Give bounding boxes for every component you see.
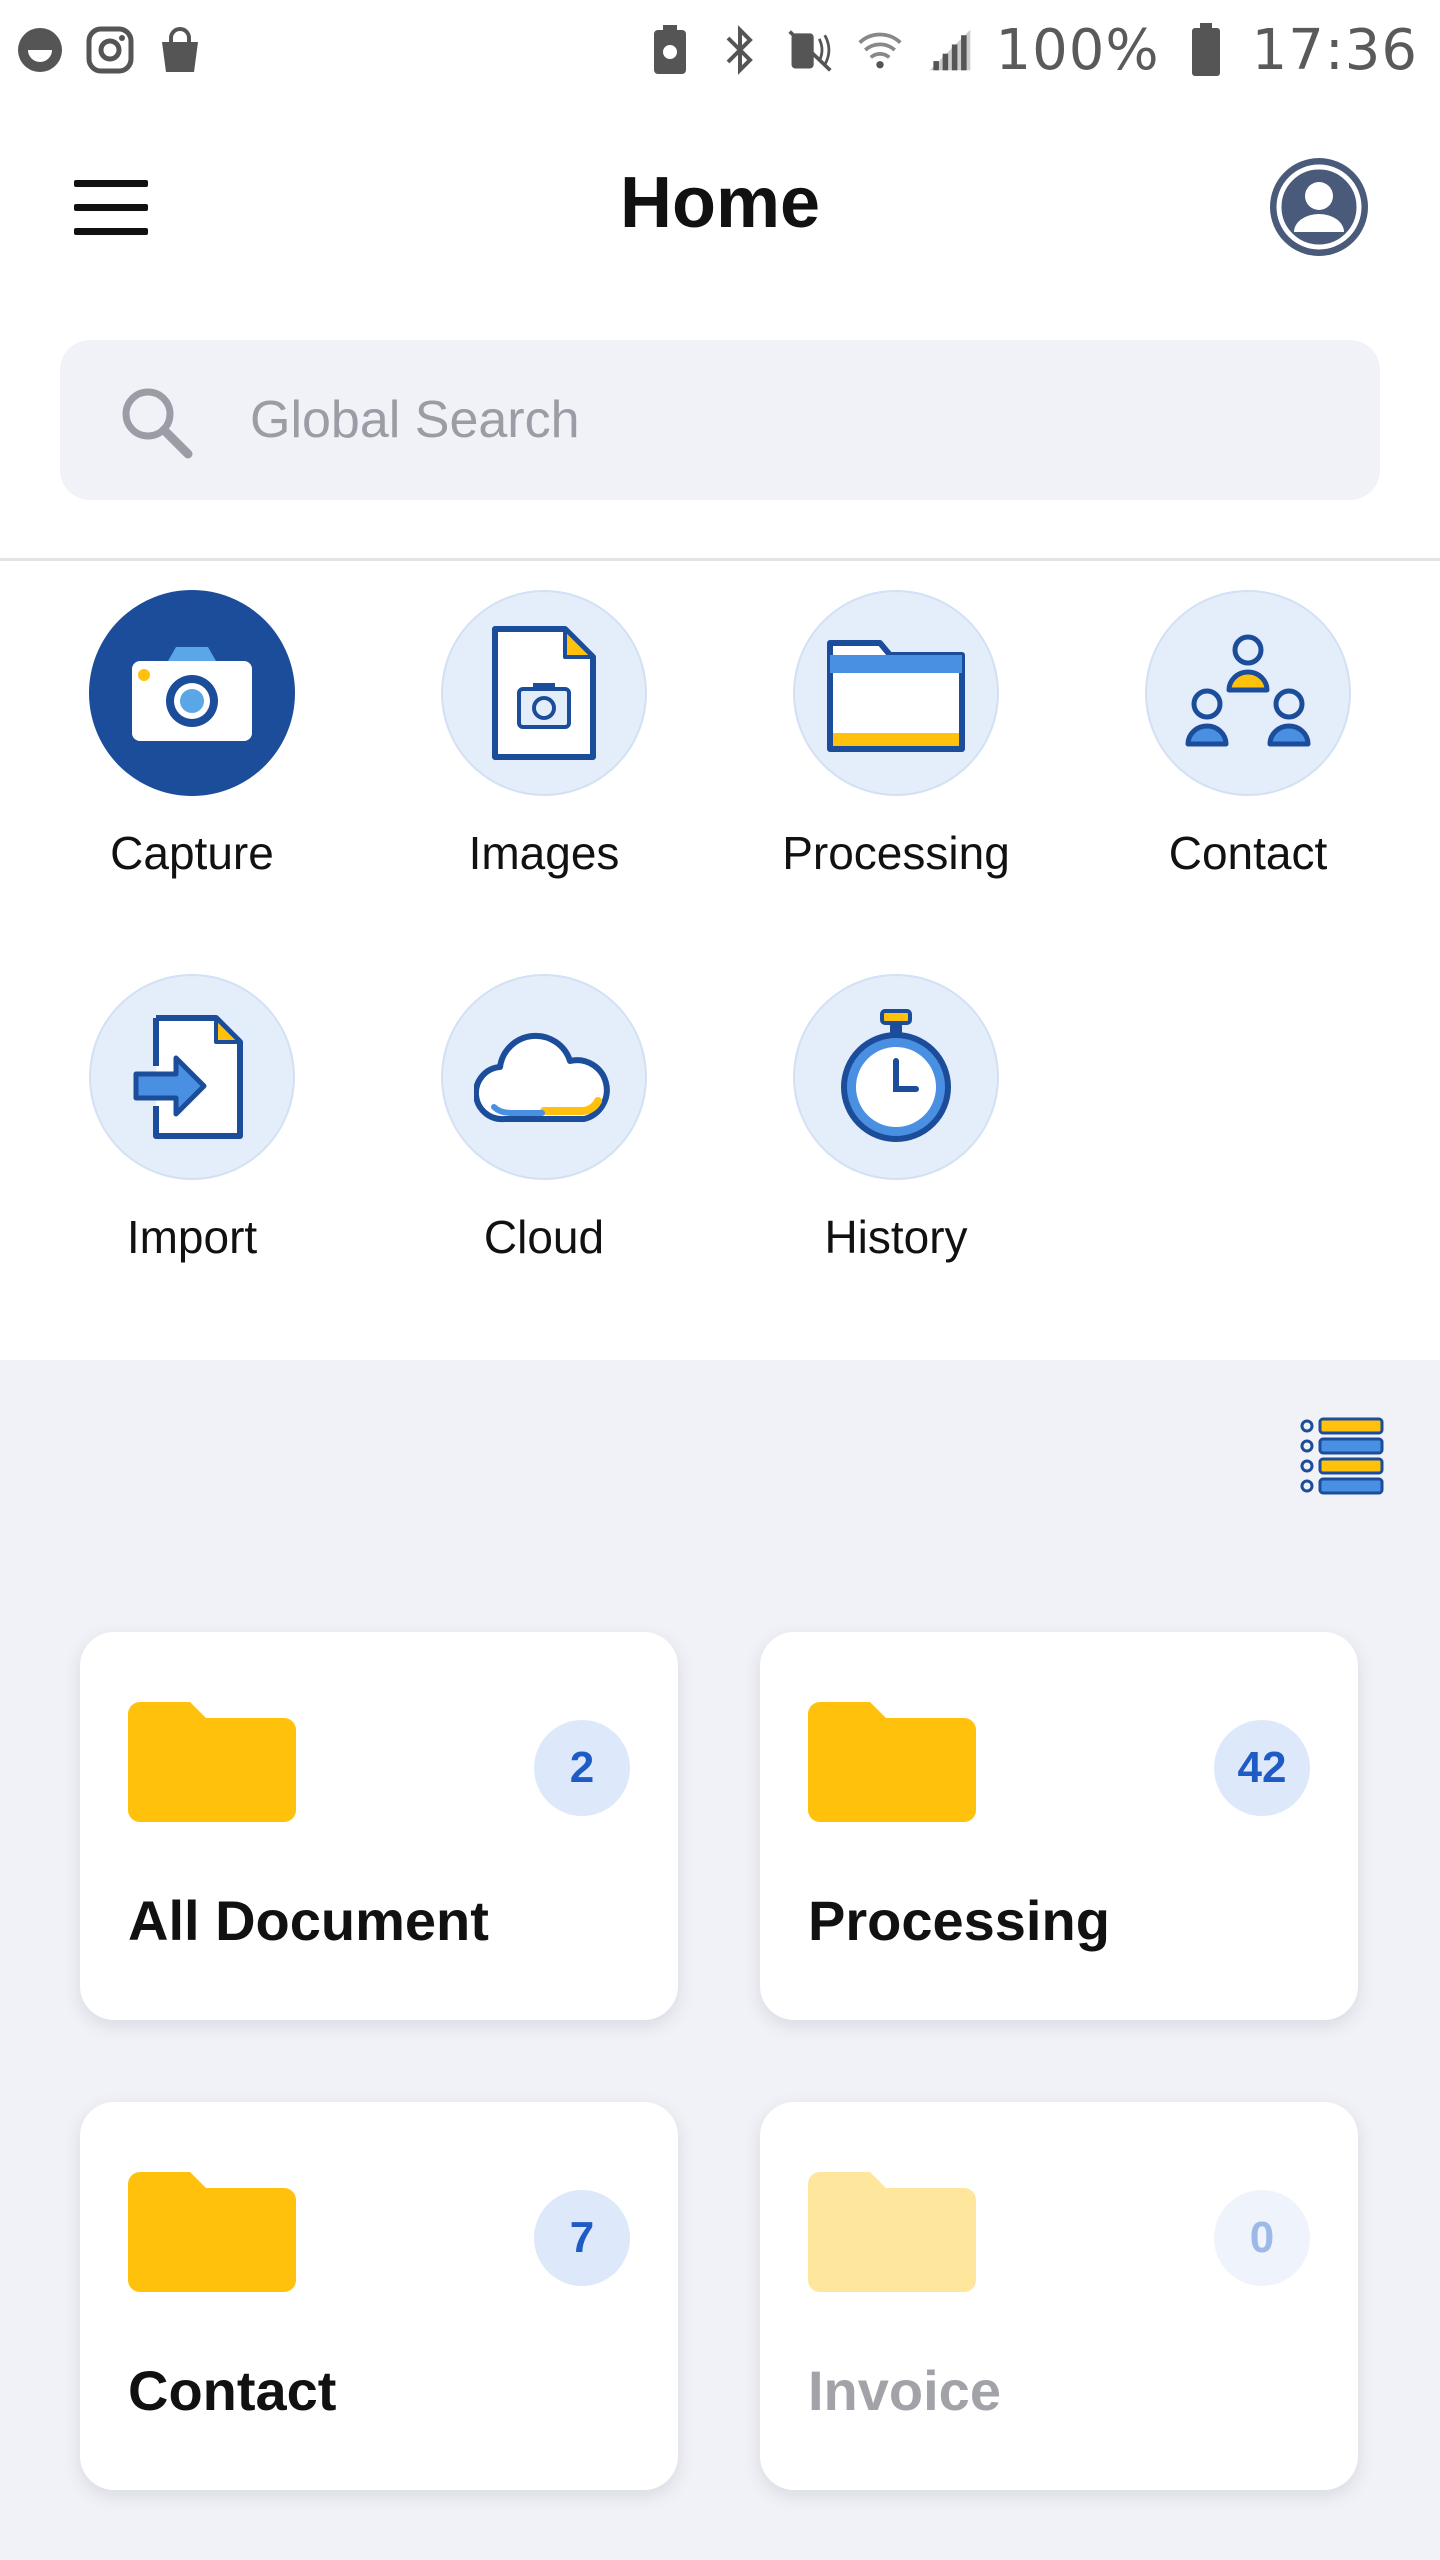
list-view-toggle[interactable] <box>1300 1416 1386 1496</box>
folder-card-contact[interactable]: 7 Contact <box>80 2102 678 2490</box>
shopping-bag-icon <box>156 26 204 74</box>
profile-avatar-button[interactable] <box>1270 158 1368 256</box>
import-button-circle <box>89 974 295 1180</box>
quick-action-label: Processing <box>782 827 1010 879</box>
folder-icon <box>128 1702 296 1822</box>
smiley-app-icon <box>16 26 64 74</box>
list-view-icon <box>1300 1417 1384 1495</box>
folder-card-all-document[interactable]: 2 All Document <box>80 1632 678 2020</box>
quick-action-cloud[interactable]: Cloud <box>368 974 720 1264</box>
wifi-icon <box>856 26 904 74</box>
contact-button-circle <box>1145 590 1351 796</box>
quick-action-label: Import <box>126 1211 258 1263</box>
cloud-icon <box>474 1032 610 1123</box>
user-icon <box>1276 164 1362 250</box>
section-divider <box>0 558 1440 561</box>
images-button-circle <box>441 590 647 796</box>
quick-action-history[interactable]: History <box>720 974 1072 1264</box>
import-file-icon <box>133 1015 243 1139</box>
folder-title: All Document <box>128 1889 489 1952</box>
status-bar: 100% 17:36 <box>0 0 1440 100</box>
cloud-button-circle <box>441 974 647 1180</box>
instagram-icon <box>86 26 134 74</box>
folder-title: Contact <box>128 2359 337 2422</box>
mute-icon <box>786 26 834 74</box>
quick-action-label: Images <box>468 827 620 879</box>
quick-action-import[interactable]: Import <box>16 974 368 1264</box>
quick-action-label: History <box>824 1211 968 1263</box>
signal-icon <box>926 26 974 74</box>
folder-title: Invoice <box>808 2359 1001 2422</box>
folder-card-processing[interactable]: 42 Processing <box>760 1632 1358 2020</box>
folder-icon <box>128 2172 296 2292</box>
search-input[interactable] <box>250 380 1330 460</box>
image-file-icon <box>492 626 596 760</box>
search-icon <box>116 382 196 462</box>
quick-action-label: Cloud <box>483 1211 605 1263</box>
folder-title: Processing <box>808 1889 1110 1952</box>
count-badge: 42 <box>1214 1720 1310 1816</box>
camera-icon <box>132 647 252 741</box>
folder-card-invoice[interactable]: 0 Invoice <box>760 2102 1358 2490</box>
folders-section: 2 All Document 42 Processing 7 Contact 0… <box>0 1360 1440 2560</box>
quick-action-contact[interactable]: Contact <box>1072 590 1424 880</box>
app-header: Home <box>0 100 1440 315</box>
bluetooth-icon <box>716 25 764 75</box>
status-bar-notifications <box>16 26 204 74</box>
history-button-circle <box>793 974 999 1180</box>
clock: 17:36 <box>1251 17 1418 83</box>
folder-icon <box>808 1702 976 1822</box>
folder-icon <box>827 640 965 752</box>
quick-action-capture[interactable]: Capture <box>16 590 368 880</box>
processing-button-circle <box>793 590 999 796</box>
quick-action-images[interactable]: Images <box>368 590 720 880</box>
page-title: Home <box>619 163 821 243</box>
count-badge: 7 <box>534 2190 630 2286</box>
battery-icon <box>1182 23 1230 76</box>
quick-action-label: Capture <box>110 827 274 879</box>
people-group-icon <box>1185 634 1311 747</box>
global-search-bar[interactable] <box>60 340 1380 500</box>
status-bar-system: 100% 17:36 <box>646 18 1419 83</box>
folder-icon <box>808 2172 976 2292</box>
count-badge: 0 <box>1214 2190 1310 2286</box>
count-badge: 2 <box>534 1720 630 1816</box>
capture-button-circle <box>89 590 295 796</box>
stopwatch-icon <box>841 1009 951 1142</box>
battery-percentage: 100% <box>995 17 1160 83</box>
quick-action-label: Contact <box>1168 827 1328 879</box>
quick-action-processing[interactable]: Processing <box>720 590 1072 880</box>
battery-saver-icon <box>646 25 694 74</box>
